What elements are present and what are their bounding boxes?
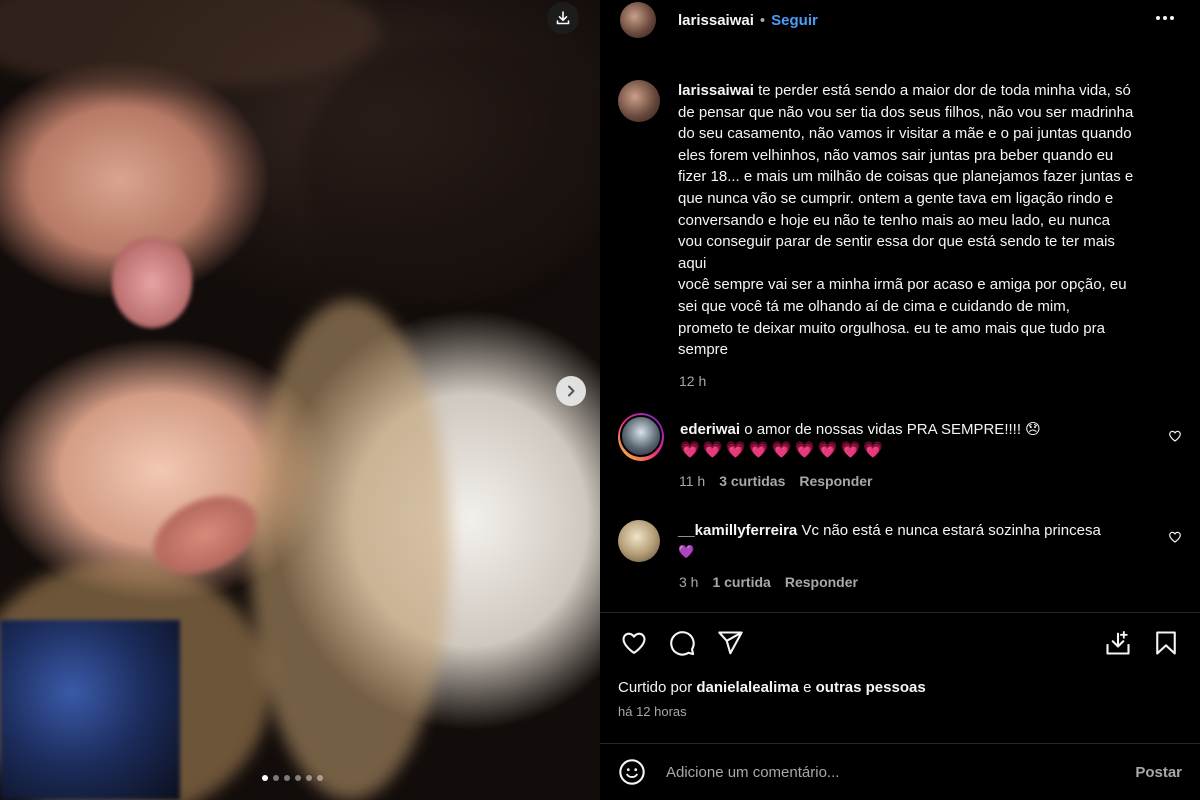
liked-by-others[interactable]: outras pessoas — [816, 679, 926, 696]
post-header: larissaiwai • Seguir — [600, 0, 1200, 40]
comment-icon — [670, 631, 695, 656]
reply-button[interactable]: Responder — [799, 473, 872, 489]
comment-text: ederiwai o amor de nossas vidas PRA SEMP… — [680, 419, 1150, 461]
media-shade — [250, 300, 450, 800]
comment-text: __kamillyferreira Vc não está e nunca es… — [678, 520, 1148, 562]
more-options-button[interactable] — [1152, 8, 1178, 28]
download-icon — [556, 11, 570, 25]
share-icon — [718, 631, 743, 655]
liked-by-conj: e — [803, 679, 812, 696]
caption-line: vou conseguir parar de sentir essa dor q… — [678, 233, 1115, 251]
post-comment-button[interactable]: Postar — [1135, 764, 1182, 781]
caption-line: sei que você tá me olhando aí de cima e … — [678, 297, 1070, 315]
more-icon-dot — [1170, 16, 1174, 20]
caption-text: larissaiwai te perder está sendo a maior… — [678, 80, 1186, 361]
save-collection-icon — [1106, 630, 1130, 655]
media-shade — [0, 0, 380, 90]
divider — [600, 612, 1200, 613]
carousel-dot — [317, 775, 323, 781]
caption-line: aqui — [678, 254, 707, 272]
caption-line: você sempre vai ser a minha irmã por aca… — [678, 276, 1127, 294]
emoji-icon[interactable] — [618, 758, 646, 786]
follow-button[interactable]: Seguir — [771, 12, 818, 29]
carousel-dot — [295, 775, 301, 781]
comment-item: __kamillyferreira Vc não está e nunca es… — [618, 520, 1188, 562]
liked-by-prefix: Curtido por — [618, 679, 693, 696]
post-age[interactable]: há 12 horas — [618, 704, 687, 719]
comment-composer: Postar — [600, 744, 1200, 800]
carousel-dot — [262, 775, 268, 781]
caption-username[interactable]: larissaiwai — [678, 82, 754, 99]
more-icon-dot — [1163, 16, 1167, 20]
post-panel: larissaiwai • Seguir larissaiwai te perd… — [600, 0, 1200, 800]
reply-button[interactable]: Responder — [785, 574, 858, 590]
comment-emoji: 💜 — [678, 544, 695, 559]
media-background — [0, 620, 180, 800]
liked-by: Curtido por danielalealima e outras pess… — [618, 679, 926, 696]
comment-likes[interactable]: 3 curtidas — [719, 473, 785, 489]
like-comment-heart-icon[interactable] — [1168, 429, 1182, 443]
post-media[interactable] — [0, 0, 600, 800]
caption-avatar[interactable] — [618, 80, 660, 122]
carousel-indicator — [262, 775, 323, 781]
carousel-dot — [273, 775, 279, 781]
caption-line: do seu casamento, não vamos ir visitar a… — [678, 125, 1132, 143]
comment-time[interactable]: 11 h — [679, 473, 705, 489]
media-shade — [300, 40, 600, 300]
media-detail — [112, 238, 192, 328]
caption-line: sempre — [678, 341, 729, 359]
caption-line: prometo te deixar muito orgulhosa. eu te… — [678, 319, 1105, 337]
comment-meta: 11 h 3 curtidas Responder — [679, 473, 872, 489]
save-to-collection-button[interactable] — [1102, 627, 1134, 659]
separator: • — [759, 11, 766, 29]
post-actions — [618, 627, 1188, 663]
comment-input[interactable] — [666, 763, 1136, 781]
caption-line: te perder está sendo a maior dor de toda… — [758, 82, 1131, 99]
commenter-avatar-ring[interactable] — [618, 413, 664, 461]
bookmark-icon — [1156, 631, 1176, 655]
comment-meta: 3 h 1 curtida Responder — [679, 574, 858, 590]
author-avatar[interactable] — [620, 2, 656, 38]
carousel-dot — [306, 775, 312, 781]
caption-line: que nunca vão se cumprir. ontem a gente … — [678, 189, 1114, 207]
caption-timestamp[interactable]: 12 h — [679, 373, 706, 389]
commenter-username[interactable]: ederiwai — [680, 421, 740, 438]
comment-likes[interactable]: 1 curtida — [712, 574, 770, 590]
share-button[interactable] — [714, 627, 746, 659]
comment-item: ederiwai o amor de nossas vidas PRA SEMP… — [618, 413, 1188, 461]
chevron-right-icon — [568, 385, 575, 397]
like-comment-heart-icon[interactable] — [1168, 530, 1182, 544]
carousel-dot — [284, 775, 290, 781]
caption-line: conversando e hoje eu não te tenho mais … — [678, 211, 1110, 229]
comment-button[interactable] — [666, 627, 698, 659]
caption-line: eles forem velhinhos, não vamos sair jun… — [678, 146, 1114, 164]
author-username[interactable]: larissaiwai — [678, 12, 754, 29]
like-button[interactable] — [618, 627, 650, 659]
caption: larissaiwai te perder está sendo a maior… — [618, 80, 1188, 361]
comment-time[interactable]: 3 h — [679, 574, 698, 590]
bookmark-button[interactable] — [1150, 627, 1182, 659]
caption-line: fizer 18... e mais um milhão de coisas q… — [678, 168, 1134, 186]
caption-line: de pensar que não vou ser tia dos seus f… — [678, 103, 1134, 121]
commenter-username[interactable]: __kamillyferreira — [678, 522, 797, 539]
more-icon — [1156, 16, 1160, 20]
commenter-avatar — [620, 415, 662, 457]
commenter-avatar[interactable] — [618, 520, 660, 562]
liked-by-user[interactable]: danielalealima — [696, 679, 799, 696]
download-button[interactable] — [547, 2, 579, 34]
heart-icon — [622, 632, 646, 654]
comment-hearts: 💗💗💗💗💗💗💗💗💗 — [680, 442, 887, 459]
carousel-next-button[interactable] — [556, 376, 586, 406]
comment-message: o amor de nossas vidas PRA SEMPRE!!!! 😞 — [744, 421, 1041, 438]
comment-message: Vc não está e nunca estará sozinha princ… — [801, 522, 1101, 539]
